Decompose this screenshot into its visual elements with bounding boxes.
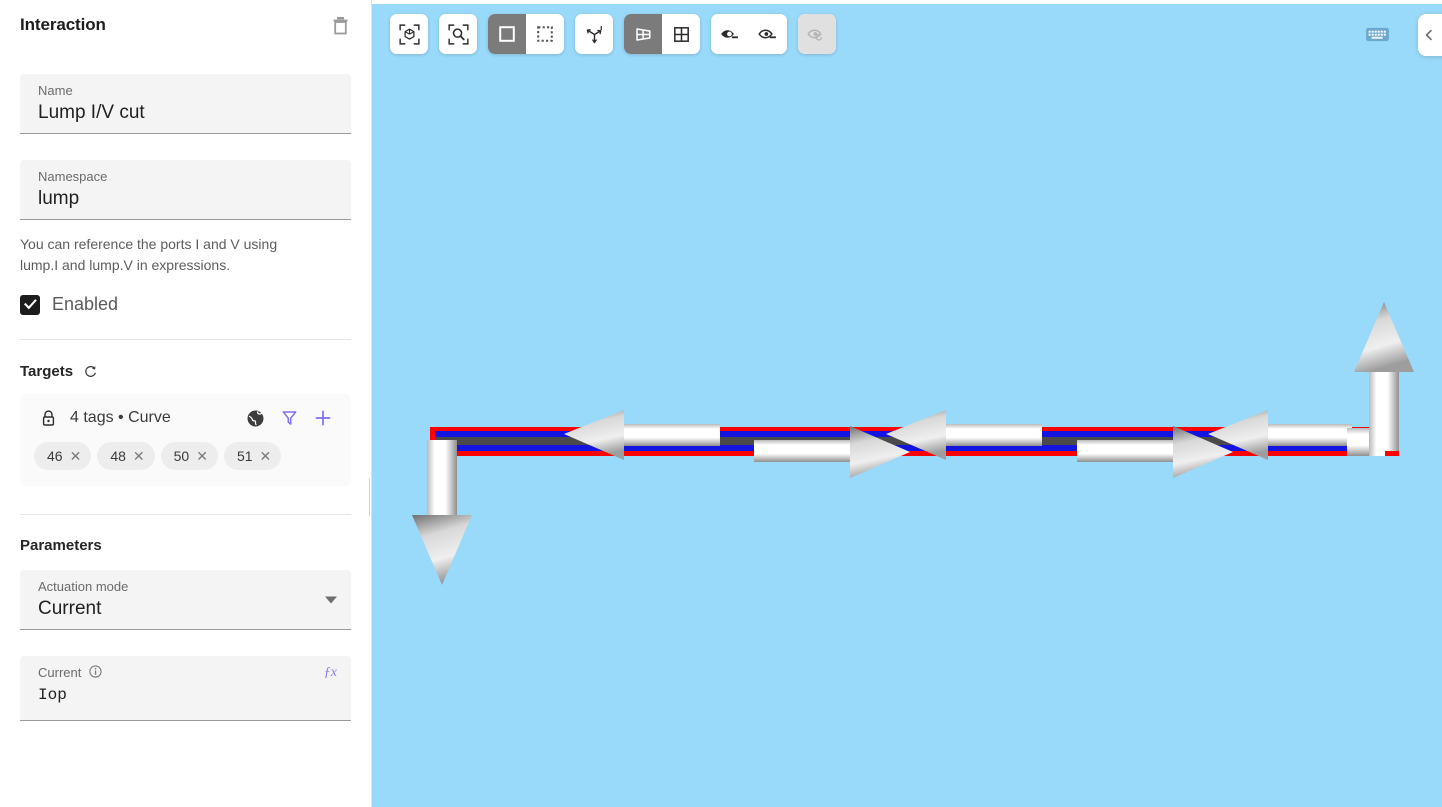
globe-icon[interactable]	[243, 406, 267, 430]
chevron-down-icon[interactable]	[325, 596, 337, 603]
current-field-label: Current	[38, 664, 337, 681]
ortho-view-button[interactable]	[662, 14, 700, 54]
fit-to-view-button[interactable]	[390, 14, 428, 54]
targets-card: 4 tags • Curve 46 ✕ 48 ✕ 50 ✕ 51 ✕	[20, 394, 351, 486]
enabled-label: Enabled	[52, 294, 119, 314]
toolbar-group-view	[624, 14, 700, 54]
edge-collapse-panel[interactable]	[1418, 14, 1442, 56]
targets-summary-row: 4 tags • Curve	[30, 406, 341, 430]
target-chip-label: 51	[236, 448, 253, 464]
current-field[interactable]: Current Iop ƒx	[20, 656, 351, 721]
name-field[interactable]: Name Lump I/V cut	[20, 74, 351, 134]
app-root: Interaction Name Lump I/V cut Namespace …	[0, 0, 1442, 807]
toolbar-group-visibility	[711, 14, 787, 54]
info-icon[interactable]	[89, 665, 102, 678]
current-label-text: Current	[38, 665, 82, 680]
targets-summary-label: 4 tags • Curve	[70, 409, 171, 426]
target-chip[interactable]: 51 ✕	[223, 442, 282, 470]
ports-hint-text: You can reference the ports I and V usin…	[20, 236, 278, 273]
target-chip[interactable]: 50 ✕	[160, 442, 218, 470]
toolbar-group-reset-visibility	[798, 14, 836, 54]
namespace-field[interactable]: Namespace lump	[20, 160, 351, 220]
namespace-field-label: Namespace	[38, 169, 108, 184]
targets-title: Targets	[20, 362, 74, 380]
actuation-mode-select[interactable]: Actuation mode Current	[20, 570, 351, 630]
target-chip[interactable]: 48 ✕	[97, 442, 155, 470]
viewport-top-strip	[372, 0, 1442, 4]
target-chip-list: 46 ✕ 48 ✕ 50 ✕ 51 ✕	[30, 442, 341, 470]
axes-button[interactable]	[575, 14, 613, 54]
close-icon[interactable]: ✕	[196, 449, 208, 463]
3d-viewport[interactable]	[372, 0, 1442, 807]
toolbar-group-fit	[390, 14, 428, 54]
lock-icon[interactable]	[36, 406, 60, 430]
target-chip-label: 50	[173, 448, 190, 464]
actuation-mode-wrap: Actuation mode Current	[0, 570, 371, 630]
parameters-title: Parameters	[20, 537, 102, 554]
select-solid-button[interactable]	[488, 14, 526, 54]
select-marquee-button[interactable]	[526, 14, 564, 54]
name-field-wrap: Name Lump I/V cut	[0, 74, 371, 134]
viewport-toolbar	[390, 14, 836, 54]
toolbar-group-axes	[575, 14, 613, 54]
close-icon[interactable]: ✕	[70, 449, 82, 463]
section-divider-1	[20, 339, 351, 340]
current-field-wrap: Current Iop ƒx	[0, 656, 371, 721]
trash-icon[interactable]	[327, 12, 353, 38]
circuit-arrow-scene	[412, 302, 1414, 585]
target-chip-label: 48	[110, 448, 126, 464]
expression-toggle-button[interactable]: ƒx	[324, 665, 337, 681]
zoom-to-region-button[interactable]	[439, 14, 477, 54]
close-icon[interactable]: ✕	[260, 449, 272, 463]
interaction-panel: Interaction Name Lump I/V cut Namespace …	[0, 0, 372, 807]
enabled-checkbox[interactable]	[20, 294, 40, 315]
name-field-value: Lump I/V cut	[38, 102, 145, 123]
actuation-mode-value: Current	[38, 598, 102, 619]
actuation-mode-label: Actuation mode	[38, 579, 129, 594]
namespace-field-wrap: Namespace lump	[0, 160, 371, 220]
refresh-icon[interactable]	[81, 362, 99, 380]
plus-icon[interactable]	[311, 406, 335, 430]
current-field-value: Iop	[38, 686, 67, 704]
name-field-label: Name	[38, 83, 73, 98]
targets-header: Targets	[0, 362, 371, 380]
toolbar-group-select	[488, 14, 564, 54]
hide-all-button[interactable]	[749, 14, 787, 54]
section-divider-2	[20, 514, 351, 515]
reset-visibility-button	[798, 14, 836, 54]
chevron-left-icon	[1425, 29, 1432, 41]
perspective-view-button[interactable]	[624, 14, 662, 54]
filter-icon[interactable]	[277, 406, 301, 430]
resize-grip-line	[369, 478, 370, 516]
close-icon[interactable]: ✕	[133, 449, 145, 463]
show-all-button[interactable]	[711, 14, 749, 54]
page-title: Interaction	[20, 15, 106, 34]
toolbar-group-zoom	[439, 14, 477, 54]
target-chip[interactable]: 46 ✕	[34, 442, 92, 470]
keyboard-icon[interactable]	[1364, 24, 1390, 44]
target-chip-label: 46	[47, 448, 63, 464]
panel-header: Interaction	[0, 0, 371, 50]
enabled-checkbox-row[interactable]: Enabled	[0, 294, 371, 315]
namespace-field-value: lump	[38, 188, 80, 209]
